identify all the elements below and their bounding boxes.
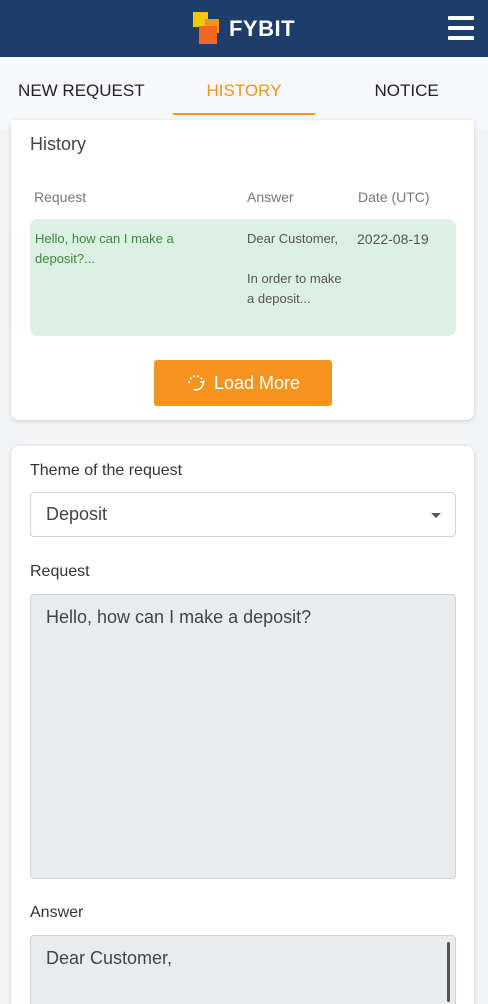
history-row[interactable]: Hello, how can I make a deposit?... Dear… — [30, 219, 456, 336]
brand-logo[interactable]: FYBIT — [192, 11, 296, 46]
tab-new-request[interactable]: NEW REQUEST — [10, 57, 152, 129]
theme-value: Deposit — [46, 504, 108, 524]
request-textarea[interactable]: Hello, how can I make a deposit? — [30, 594, 456, 879]
row-answer: Dear Customer, In order to make a deposi… — [247, 231, 342, 306]
column-header-date: Date (UTC) — [358, 189, 430, 205]
tab-notice[interactable]: NOTICE — [336, 57, 478, 129]
history-card: History Request Answer Date (UTC) Hello,… — [11, 120, 474, 420]
answer-text: Dear Customer, — [46, 948, 173, 968]
tab-bar: NEW REQUEST HISTORY NOTICE — [0, 57, 488, 129]
theme-select[interactable]: Deposit — [30, 492, 456, 537]
answer-scrollbar[interactable] — [447, 942, 450, 1002]
request-label: Request — [30, 563, 90, 580]
logo-icon — [192, 11, 225, 46]
column-header-request: Request — [34, 189, 87, 205]
column-header-answer: Answer — [247, 189, 294, 205]
answer-label: Answer — [30, 904, 84, 921]
row-request: Hello, how can I make a deposit?... — [35, 231, 174, 266]
answer-textarea[interactable]: Dear Customer, — [30, 935, 456, 1004]
tab-history[interactable]: HISTORY — [172, 57, 315, 129]
hamburger-icon[interactable] — [448, 16, 474, 40]
chevron-down-icon — [431, 513, 441, 518]
refresh-icon — [188, 375, 205, 391]
top-navbar: FYBIT — [0, 0, 488, 57]
brand-name: FYBIT — [228, 15, 296, 41]
theme-label: Theme of the request — [30, 462, 183, 479]
request-detail-card: Theme of the request Deposit Request Hel… — [11, 446, 474, 1004]
history-title: History — [30, 134, 87, 154]
load-more-button[interactable]: Load More — [154, 360, 332, 406]
row-date: 2022-08-19 — [357, 231, 429, 247]
load-more-label: Load More — [213, 372, 301, 393]
